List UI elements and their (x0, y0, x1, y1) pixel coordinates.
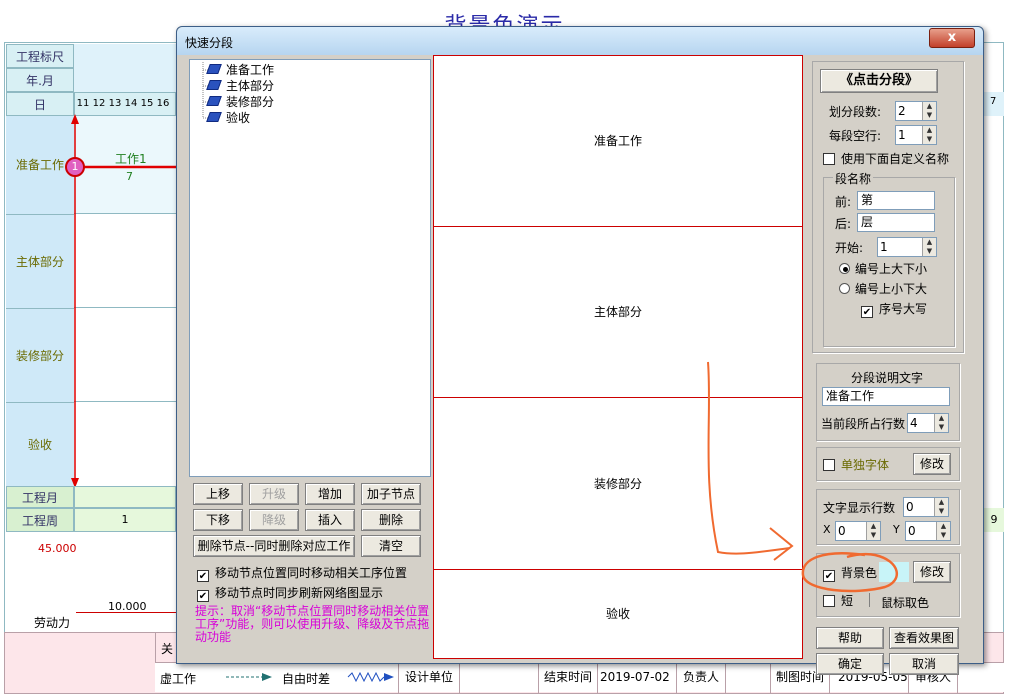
legend-virtual: 虚工作 (160, 672, 197, 686)
rows-label: 当前段所占行数 (821, 417, 906, 431)
labor-value-top: 45.000 (38, 542, 77, 555)
preview-segment: 验收 (605, 607, 630, 621)
view-effect-button[interactable]: 查看效果图 (889, 627, 959, 649)
legend-end-time: 2019-07-02 (600, 670, 670, 684)
clear-button[interactable]: 清空 (361, 535, 421, 557)
book-icon (206, 112, 222, 122)
y-spinner[interactable]: 0 ▲ ▼ (905, 521, 951, 541)
order-big-small-radio[interactable]: 编号上大下小 (839, 261, 927, 277)
hint-text: 提示：取消“移动节点位置同时移动相关位置工序”功能，则可以使用升级、降级及节点拖… (195, 604, 430, 644)
help-button[interactable]: 帮助 (816, 627, 884, 649)
x-label: X (823, 523, 831, 536)
ok-button[interactable]: 确定 (816, 653, 884, 675)
annotation-circle (801, 551, 899, 593)
cancel-button[interactable]: 取消 (889, 653, 959, 675)
tree-item[interactable]: 准备工作 (206, 62, 274, 78)
book-icon (206, 64, 222, 74)
week-first: 1 (74, 508, 176, 532)
preview-segment: 准备工作 (434, 56, 802, 227)
blank-rows-spinner[interactable]: 1 ▲ ▼ (895, 125, 937, 145)
legend-critical: 关 (161, 642, 174, 656)
labor-label: 劳动力 (34, 616, 71, 630)
legend-free-float: 自由时差 (282, 672, 331, 686)
short-checkbox[interactable]: 短 (823, 593, 853, 609)
suffix-input[interactable]: 层 (857, 213, 935, 232)
delete-node-button[interactable]: 删除节点--同时删除对应工作 (193, 535, 355, 557)
dialog-titlebar[interactable]: 快速分段 x (177, 27, 983, 55)
separate-font-checkbox[interactable]: 单独字体 (823, 457, 889, 473)
uppercase-checkbox[interactable]: ✔ 序号大写 (861, 301, 927, 318)
node-1[interactable]: 1 (65, 157, 85, 177)
click-segment-button[interactable]: 《点击分段》 (820, 69, 938, 93)
tree-item[interactable]: 主体部分 (206, 78, 274, 94)
seg-count-spinner[interactable]: 2 ▲ ▼ (895, 101, 937, 121)
text-rows-spinner[interactable]: 0 ▲ ▼ (903, 497, 949, 517)
month-row-label: 工程月 (6, 486, 74, 508)
suffix-label: 后: (835, 217, 852, 231)
text-rows-label: 文字显示行数 (823, 501, 896, 515)
promote-button[interactable]: 升级 (249, 483, 299, 505)
book-icon (206, 80, 222, 90)
virtual-arrow-icon (226, 673, 272, 681)
tree-item[interactable]: 装修部分 (206, 94, 274, 110)
mouse-color-label: 鼠标取色 (881, 596, 930, 610)
dialog-body: 准备工作 主体部分 装修部分 验收 上移 升级 增加 加子节点 下移 降级 插入… (183, 55, 979, 675)
demote-button[interactable]: 降级 (249, 509, 299, 531)
start-spinner[interactable]: 1 ▲ ▼ (877, 237, 937, 257)
seg-count-label: 划分段数: (829, 105, 882, 119)
prefix-input[interactable]: 第 (857, 191, 935, 210)
close-button[interactable]: x (929, 28, 975, 48)
insert-button[interactable]: 插入 (305, 509, 355, 531)
seg-name-group-label: 段名称 (833, 170, 874, 187)
task-name: 工作1 (115, 152, 147, 166)
move-related-checkbox[interactable]: ✔ 移动节点位置同时移动相关工序位置 (197, 565, 407, 582)
week-row-label: 工程周 (6, 508, 74, 532)
book-icon (206, 96, 222, 106)
legend-end-time-label: 结束时间 (538, 662, 598, 694)
week-right: 9 (984, 508, 1004, 532)
tree-item[interactable]: 验收 (206, 110, 250, 126)
quick-segment-dialog: 快速分段 x 准备工作 主体部分 装修部分 验收 上移 升级 增加 加子节点 下… (176, 26, 984, 675)
desc-input[interactable]: 准备工作 (822, 387, 950, 406)
scale-row-label: 工程标尺 (6, 44, 74, 68)
wave-arrow-icon (347, 672, 394, 682)
add-button[interactable]: 增加 (305, 483, 355, 505)
segment-preview: 准备工作 主体部分 装修部分 验收 (433, 55, 803, 659)
order-small-big-radio[interactable]: 编号上小下大 (839, 281, 927, 297)
x-spinner[interactable]: 0 ▲ ▼ (835, 521, 881, 541)
segment-tree[interactable]: 准备工作 主体部分 装修部分 验收 (189, 59, 431, 477)
add-child-button[interactable]: 加子节点 (361, 483, 421, 505)
move-up-button[interactable]: 上移 (193, 483, 243, 505)
desc-group-label: 分段说明文字 (851, 371, 924, 385)
legend-owner-label: 负责人 (676, 662, 726, 694)
yearmonth-row-label: 年.月 (6, 68, 74, 92)
rows-spinner[interactable]: 4 ▲ ▼ (907, 413, 949, 433)
blank-rows-label: 每段空行: (829, 129, 882, 143)
y-label: Y (893, 523, 900, 536)
bg-color-modify-button[interactable]: 修改 (913, 561, 951, 583)
day-tick-right: 7 (990, 96, 997, 107)
legend-design-unit: 设计单位 (398, 662, 460, 694)
dialog-title: 快速分段 (185, 36, 234, 50)
use-custom-name-checkbox[interactable]: 使用下面自定义名称 (823, 151, 949, 167)
start-label: 开始: (835, 241, 864, 255)
annotation-arrow (707, 361, 794, 561)
task-duration: 7 (126, 170, 133, 183)
prefix-label: 前: (835, 195, 852, 209)
font-modify-button[interactable]: 修改 (913, 453, 951, 475)
delete-button[interactable]: 删除 (361, 509, 421, 531)
move-down-button[interactable]: 下移 (193, 509, 243, 531)
sync-refresh-checkbox[interactable]: ✔ 移动节点时同步刷新网络图显示 (197, 585, 383, 602)
